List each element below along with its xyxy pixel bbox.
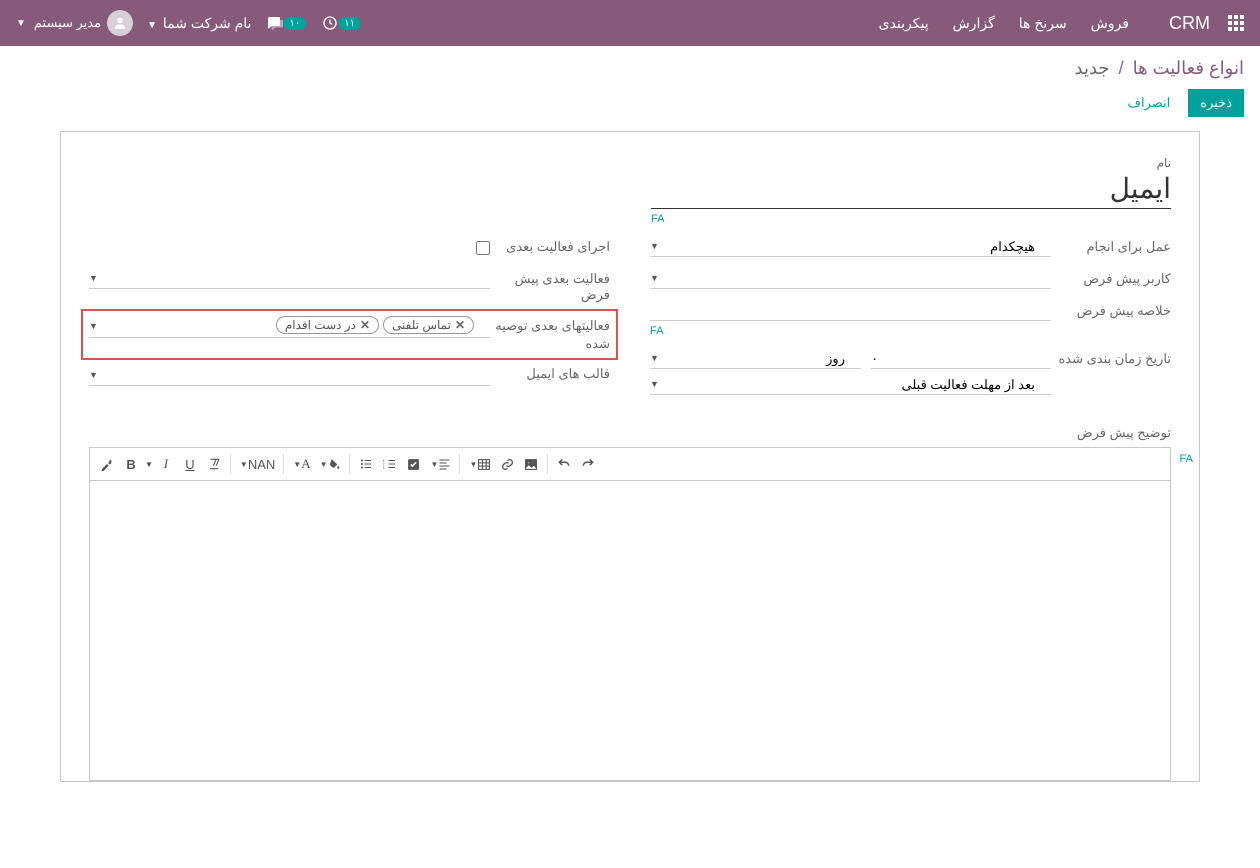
default-next-label: فعالیت بعدی پیش فرض [490, 269, 610, 303]
default-summary-input[interactable] [650, 301, 1051, 321]
image-button[interactable] [520, 451, 542, 477]
recommended-next-label: فعالیتهای بعدی توصیه شده [490, 315, 610, 352]
font-size-button[interactable]: NAN▼ [236, 451, 278, 477]
force-next-checkbox[interactable] [476, 241, 490, 255]
close-icon[interactable]: ✕ [360, 318, 370, 332]
recommended-next-row: فعالیتهای بعدی توصیه شده ✕تماس تلفنی ✕در… [81, 309, 618, 360]
activity-indicator[interactable]: ۱۱ [322, 15, 363, 31]
remove-format-button[interactable] [203, 451, 225, 477]
bold-button[interactable]: B [120, 451, 142, 477]
checklist-button[interactable] [403, 451, 425, 477]
menu-sales[interactable]: فروش [1079, 15, 1141, 32]
redo-button[interactable] [577, 451, 599, 477]
navbar: CRM فروش سرنخ ها گزارش پیکربندی ۱۱ ۱۰ نا… [0, 0, 1260, 46]
discard-button[interactable]: انصراف [1116, 89, 1183, 117]
default-user-select[interactable] [650, 269, 1051, 289]
tag-phonecall[interactable]: ✕تماس تلفنی [383, 316, 474, 334]
user-menu[interactable]: مدیر سیستم ▼ [16, 10, 133, 36]
recommended-next-tags[interactable]: ✕تماس تلفنی ✕در دست اقدام [89, 315, 490, 338]
default-summary-label: خلاصه پیش فرض [1051, 301, 1171, 319]
font-color-button[interactable]: A▼ [289, 451, 313, 477]
avatar [107, 10, 133, 36]
italic-button[interactable]: I [155, 451, 177, 477]
scheduled-from-select[interactable] [650, 375, 1051, 395]
undo-button[interactable] [553, 451, 575, 477]
caret-down-icon: ▼ [16, 18, 26, 29]
action-select[interactable] [650, 237, 1051, 257]
breadcrumb-parent[interactable]: انواع فعالیت ها [1133, 58, 1244, 78]
translate-button[interactable]: FA [651, 213, 664, 225]
menu-report[interactable]: گزارش [941, 15, 1007, 32]
bg-color-button[interactable]: ▼ [316, 451, 344, 477]
scheduled-label: تاریخ زمان بندی شده [1051, 349, 1171, 367]
force-next-label: اجرای فعالیت بعدی [490, 237, 610, 255]
speech-icon [265, 14, 283, 32]
menu-config[interactable]: پیکربندی [867, 15, 941, 32]
brand[interactable]: CRM [1169, 13, 1210, 34]
scheduled-count-input[interactable] [871, 349, 1051, 369]
default-user-label: کاربر پیش فرض [1051, 269, 1171, 287]
default-next-select[interactable] [89, 269, 490, 289]
name-label: نام [89, 156, 1171, 170]
editor-toolbar: B ▼ I U NAN▼ A▼ ▼ 123 ▼ ▼ [89, 447, 1171, 481]
form-sheet: نام FA عمل برای انجام ▼ کاربر پیش فرض ▼ [60, 131, 1200, 782]
message-count: ۱۰ [283, 17, 306, 30]
clock-icon [322, 15, 338, 31]
apps-icon[interactable] [1228, 15, 1244, 31]
link-button[interactable] [496, 451, 518, 477]
description-editor[interactable] [89, 481, 1171, 781]
mail-templates-label: قالب های ایمیل [490, 364, 610, 382]
activity-count: ۱۱ [338, 17, 361, 30]
align-button[interactable]: ▼ [427, 451, 455, 477]
translate-button[interactable]: FA [1180, 453, 1193, 465]
list-ol-button[interactable]: 123 [379, 451, 401, 477]
list-ul-button[interactable] [355, 451, 377, 477]
breadcrumb: انواع فعالیت ها / جدید [16, 58, 1244, 79]
messaging-indicator[interactable]: ۱۰ [265, 14, 308, 32]
svg-text:3: 3 [383, 465, 385, 470]
tag-todo[interactable]: ✕در دست اقدام [276, 316, 379, 334]
underline-button[interactable]: U [179, 451, 201, 477]
control-panel: انواع فعالیت ها / جدید ذخیره انصراف [0, 46, 1260, 127]
scheduled-unit-select[interactable] [650, 349, 861, 369]
save-button[interactable]: ذخیره [1188, 89, 1244, 117]
close-icon[interactable]: ✕ [455, 318, 465, 332]
mail-templates-tags[interactable] [89, 364, 490, 386]
company-switcher[interactable]: نام شرکت شما ▼ [147, 15, 251, 32]
breadcrumb-current: جدید [1075, 58, 1110, 78]
caret-down-icon: ▼ [147, 20, 157, 31]
default-desc-label: توضیح پیش فرض [89, 425, 1171, 441]
nav-menu: فروش سرنخ ها گزارش پیکربندی [867, 15, 1141, 32]
translate-button[interactable]: FA [650, 325, 663, 337]
magic-icon[interactable] [96, 451, 118, 477]
menu-leads[interactable]: سرنخ ها [1007, 15, 1079, 32]
name-input[interactable] [651, 170, 1171, 209]
action-label: عمل برای انجام [1051, 237, 1171, 255]
table-button[interactable]: ▼ [465, 451, 494, 477]
